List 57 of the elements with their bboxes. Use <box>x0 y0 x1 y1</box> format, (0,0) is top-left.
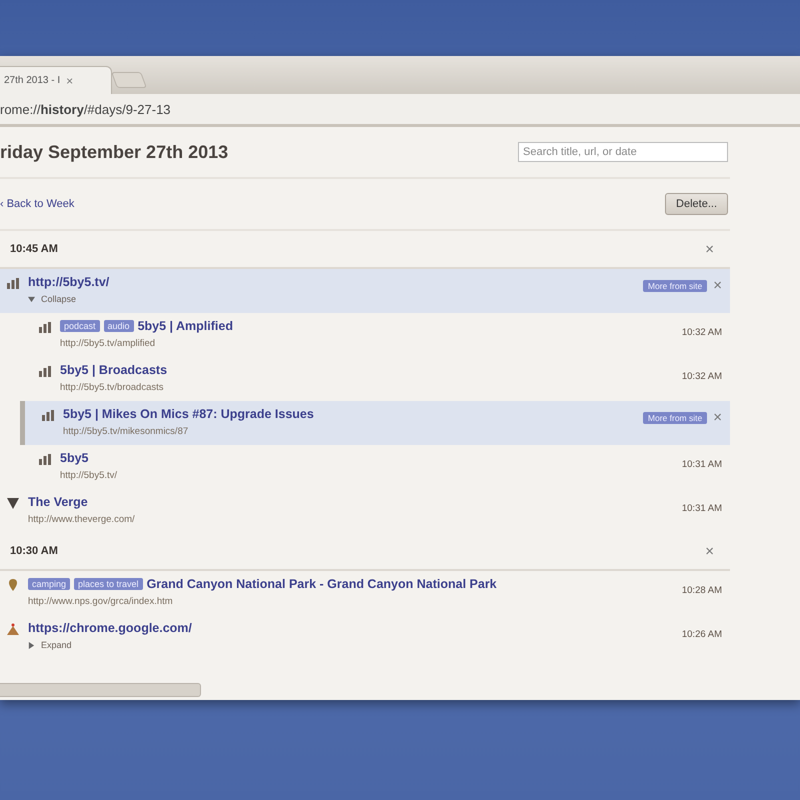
page-url: http://5by5.tv/mikesonmics/87 <box>63 426 190 437</box>
tag-label: camping <box>28 578 70 590</box>
page-title-link[interactable]: https://chrome.google.com/ <box>28 621 192 635</box>
browser-tab[interactable]: 27th 2013 - I × <box>0 66 112 94</box>
page-heading: riday September 27th 2013 <box>0 142 228 162</box>
caret-icon <box>28 296 35 302</box>
group-time: 10:30 AM <box>10 545 58 557</box>
page-title-link[interactable]: The Verge <box>28 495 88 509</box>
address-bar[interactable]: rome://history/#days/9-27-13 <box>0 94 800 127</box>
new-tab-button[interactable] <box>111 72 147 88</box>
map-pin-icon <box>6 578 20 592</box>
history-row[interactable]: 5by5 | Broadcasts http://5by5.tv/broadcasts 10:32 AM <box>0 357 730 401</box>
delete-button[interactable]: Delete... <box>665 193 728 215</box>
back-link[interactable]: ‹ Back to Week <box>0 198 74 210</box>
visit-time: 10:32 AM <box>682 326 722 338</box>
visit-time: 10:28 AM <box>682 584 722 596</box>
page-title-link[interactable]: 5by5 | Mikes On Mics #87: Upgrade Issues <box>63 407 314 421</box>
visit-time: 10:31 AM <box>682 502 722 514</box>
page-url: http://5by5.tv/amplified <box>60 338 156 349</box>
remove-button[interactable]: × <box>705 240 714 258</box>
visit-time: 10:32 AM <box>682 370 722 382</box>
search-field[interactable]: Search title, url, or date <box>518 142 728 162</box>
selected-history-row[interactable]: http://5by5.tv/ Collapse More from site × <box>0 269 730 313</box>
page-title-link[interactable]: http://5by5.tv/ <box>28 275 110 289</box>
bar-chart-icon <box>38 364 52 378</box>
cake-icon <box>6 622 20 636</box>
triangle-icon <box>6 496 20 510</box>
expand-toggle[interactable]: Collapse <box>28 294 635 304</box>
tab-close-button[interactable]: × <box>66 74 74 88</box>
tag-label: audio <box>104 320 134 332</box>
caret-icon <box>28 642 35 648</box>
history-row[interactable]: camping places to travel Grand Canyon National Park - Grand Canyon National Park http://www.nps.gov/grca/index.htm 10:28 AM <box>0 571 730 615</box>
page-title-link[interactable]: 5by5 <box>60 451 88 465</box>
bar-chart-icon <box>38 452 52 466</box>
bar-chart-icon <box>38 320 52 334</box>
bar-chart-icon <box>6 276 20 290</box>
history-row[interactable]: The Verge http://www.theverge.com/ 10:31 AM <box>0 489 730 533</box>
expand-toggle[interactable]: Expand <box>28 640 674 650</box>
scrollbar[interactable] <box>0 683 201 697</box>
page-url: http://5by5.tv/broadcasts <box>60 382 165 393</box>
visit-time: 10:31 AM <box>682 458 722 470</box>
page-url: http://www.theverge.com/ <box>28 514 136 525</box>
group-time: 10:45 AM <box>10 243 58 255</box>
selected-history-row[interactable]: 5by5 | Mikes On Mics #87: Upgrade Issues http://5by5.tv/mikesonmics/87 More from site × <box>20 401 730 445</box>
page-title-link[interactable]: 5by5 | Broadcasts <box>60 363 168 377</box>
page-title-link[interactable]: 5by5 | Amplified <box>138 319 233 333</box>
tag-label: podcast <box>60 320 100 332</box>
history-row[interactable]: https://chrome.google.com/ Expand 10:26 AM <box>0 615 730 659</box>
page-title-link[interactable]: Grand Canyon National Park - Grand Canyon National Park <box>146 577 497 591</box>
history-row[interactable]: podcast audio 5by5 | Amplified http://5by5.tv/amplified 10:32 AM <box>0 313 730 357</box>
remove-button[interactable]: × <box>705 542 714 560</box>
tag-label: places to travel <box>74 578 143 590</box>
history-row[interactable]: 5by5 http://5by5.tv/ 10:31 AM <box>0 445 730 489</box>
visit-time: 10:26 AM <box>682 628 722 640</box>
page-url: http://5by5.tv/ <box>60 470 118 481</box>
bar-chart-icon <box>41 408 55 422</box>
page-url: http://www.nps.gov/grca/index.htm <box>28 596 174 607</box>
